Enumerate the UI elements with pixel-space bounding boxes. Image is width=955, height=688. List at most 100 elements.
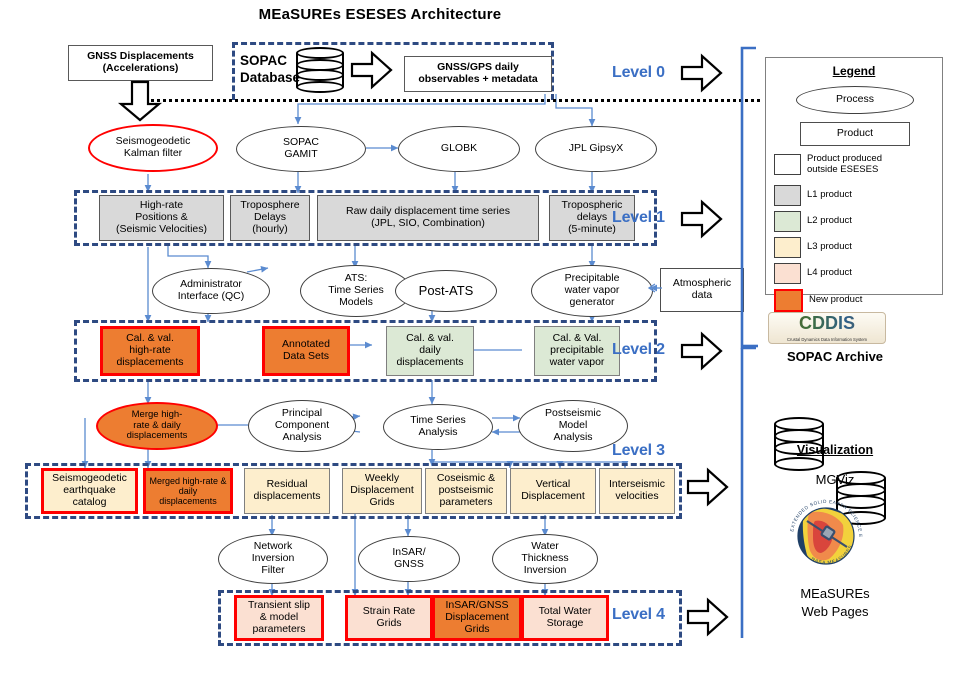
level0-dotted-divider [145, 99, 760, 102]
product-strain-rate-grids: Strain Rate Grids [345, 595, 433, 641]
process-principal-component-analysis[interactable]: Principal Component Analysis [248, 400, 356, 452]
box-line3: parameters [439, 495, 493, 508]
box-line3: displacements [396, 355, 464, 368]
visualization-heading: Visualization [796, 443, 874, 457]
cddis-logo-subtitle: Crustal Dynamics Data Information System [786, 337, 868, 342]
right-bracket-lower [740, 348, 744, 638]
process-merge-high-rate-daily-displacements[interactable]: Merge high- rate & daily displacements [96, 402, 218, 450]
process-post-ats[interactable]: Post-ATS [395, 270, 497, 312]
measures-web-pages-label: MEaSUREs Web Pages [760, 585, 910, 620]
box-line3: Grids [464, 622, 490, 635]
box-line1: Merged high-rate & [149, 475, 227, 486]
product-cal-val-precipitable-water-vapor: Cal. & Val. precipitable water vapor [534, 326, 620, 376]
legend-l1-label: L1 product [807, 189, 852, 201]
proc-label-line1: JPL GipsyX [568, 142, 624, 155]
level1-arrow-icon [680, 199, 723, 239]
proc-label-line1: Post-ATS [418, 282, 474, 298]
process-precipitable-water-vapor-generator[interactable]: Precipitable water vapor generator [531, 265, 653, 317]
proc-label-line2: GAMIT [284, 148, 318, 160]
product-weekly-displacement-grids: Weekly Displacement Grids [342, 468, 422, 514]
box-line3: parameters [252, 622, 306, 635]
proc-label-line2: Interface (QC) [177, 290, 245, 302]
box-line3: water vapor [549, 355, 605, 368]
process-jpl-gipsyx[interactable]: JPL GipsyX [535, 126, 657, 172]
sopac-database-icon [296, 47, 344, 93]
level0-product-line2: observables + metadata [418, 73, 538, 85]
legend-item-outside: Product produced outside ESESES [774, 153, 882, 175]
product-raw-daily-displacement-time-series: Raw daily displacement time series (JPL,… [317, 195, 539, 241]
box-line2: Storage [546, 617, 584, 629]
product-residual-displacements: Residual displacements [244, 468, 330, 514]
box-line2: (JPL, SIO, Combination) [371, 217, 485, 229]
box-line3: (Seismic Velocities) [115, 222, 208, 235]
product-coseismic-postseismic-parameters: Coseismic & postseismic parameters [425, 468, 507, 514]
process-globk[interactable]: GLOBK [398, 126, 520, 172]
proc-label-line3: Filter [261, 563, 285, 576]
level4-label: Level 4 [612, 606, 665, 623]
product-cal-val-daily-displacements: Cal. & val. daily displacements [386, 326, 474, 376]
process-time-series-analysis[interactable]: Time Series Analysis [383, 404, 493, 450]
process-sopac-gamit[interactable]: SOPAC GAMIT [236, 126, 366, 172]
box-line2: velocities [615, 490, 659, 502]
level3-label: Level 3 [612, 442, 665, 459]
legend-l3-label: L3 product [807, 241, 852, 253]
product-transient-slip-model-parameters: Transient slip & model parameters [234, 595, 324, 641]
hollow-arrow-down-external [117, 80, 163, 122]
box-line3: (5-minute) [568, 222, 616, 235]
measures-logo: EXTENDED SOLID EARTH SCIENCE ESDR SYSTEM… [783, 491, 863, 565]
legend-l4-label: L4 product [807, 267, 852, 279]
proc-label-line1: GLOBK [440, 142, 478, 155]
legend-process-label: Process [836, 93, 874, 106]
legend-product-label: Product [836, 127, 874, 140]
proc-label-line2: Kalman filter [123, 147, 183, 159]
proc-label-line3: Models [339, 295, 373, 308]
web-pages-line1: MEaSUREs [800, 586, 870, 601]
process-water-thickness-inversion[interactable]: Water Thickness Inversion [492, 534, 598, 584]
legend-swatch-l3 [774, 237, 801, 258]
process-administrator-interface-qc[interactable]: Administrator Interface (QC) [152, 268, 270, 314]
process-insar-gnss[interactable]: InSAR/ GNSS [358, 536, 460, 582]
legend-item-l1: L1 product [774, 185, 852, 206]
legend-outside-line2: outside ESESES [807, 163, 879, 175]
product-total-water-storage: Total Water Storage [521, 595, 609, 641]
legend-item-l4: L4 product [774, 263, 852, 284]
external-atmospheric-data: Atmospheric data [660, 268, 744, 312]
web-pages-line2: Web Pages [801, 603, 869, 619]
box-line2: Data Sets [282, 350, 330, 362]
product-cal-val-high-rate-displacements: Cal. & val. high-rate displacements [100, 326, 200, 376]
proc-label-line3: displacements [126, 430, 188, 442]
legend-swatch-outside [774, 154, 801, 175]
proc-label-line3: Inversion [523, 563, 567, 576]
box-line3: Grids [369, 495, 395, 508]
level2-label: Level 2 [612, 341, 665, 358]
right-bracket-upper [740, 46, 758, 350]
external-input-line2: (Accelerations) [102, 62, 179, 74]
product-troposphere-delays-hourly: Troposphere Delays (hourly) [230, 195, 310, 241]
sopac-archive-label: SOPAC Archive [786, 349, 884, 364]
product-seismogeodetic-earthquake-catalog: Seismogeodetic earthquake catalog [41, 468, 138, 514]
legend-product-shape: Product [800, 122, 910, 146]
legend-swatch-l2 [774, 211, 801, 232]
level4-arrow-icon [686, 597, 729, 637]
box-line2: daily [178, 485, 198, 496]
proc-label-line2: GNSS [394, 558, 424, 570]
process-seismogeodetic-kalman-filter[interactable]: Seismogeodetic Kalman filter [88, 124, 218, 172]
level1-label: Level 1 [612, 209, 665, 226]
box-line3: displacements [116, 355, 184, 368]
product-insar-gnss-displacement-grids: InSAR/GNSS Displacement Grids [432, 595, 522, 641]
level2-arrow-icon [680, 331, 723, 371]
level0-product-gnss-gps-daily: GNSS/GPS daily observables + metadata [404, 56, 552, 92]
proc-label-line2: Analysis [418, 426, 458, 438]
legend-swatch-l1 [774, 185, 801, 206]
proc-label-line3: Analysis [282, 430, 322, 443]
external-input-gnss-displacements: GNSS Displacements (Accelerations) [68, 45, 213, 81]
legend-panel: Legend Process Product Product produced … [765, 57, 943, 312]
proc-label-line3: Analysis [553, 430, 593, 443]
process-network-inversion-filter[interactable]: Network Inversion Filter [218, 534, 328, 584]
legend-title: Legend [832, 64, 876, 78]
proc-label-line3: generator [569, 295, 615, 308]
product-high-rate-positions: High-rate Positions & (Seismic Velocitie… [99, 195, 224, 241]
box-line2: Grids [376, 617, 402, 629]
box-line2: data [691, 289, 713, 301]
level0-label: Level 0 [612, 64, 665, 81]
